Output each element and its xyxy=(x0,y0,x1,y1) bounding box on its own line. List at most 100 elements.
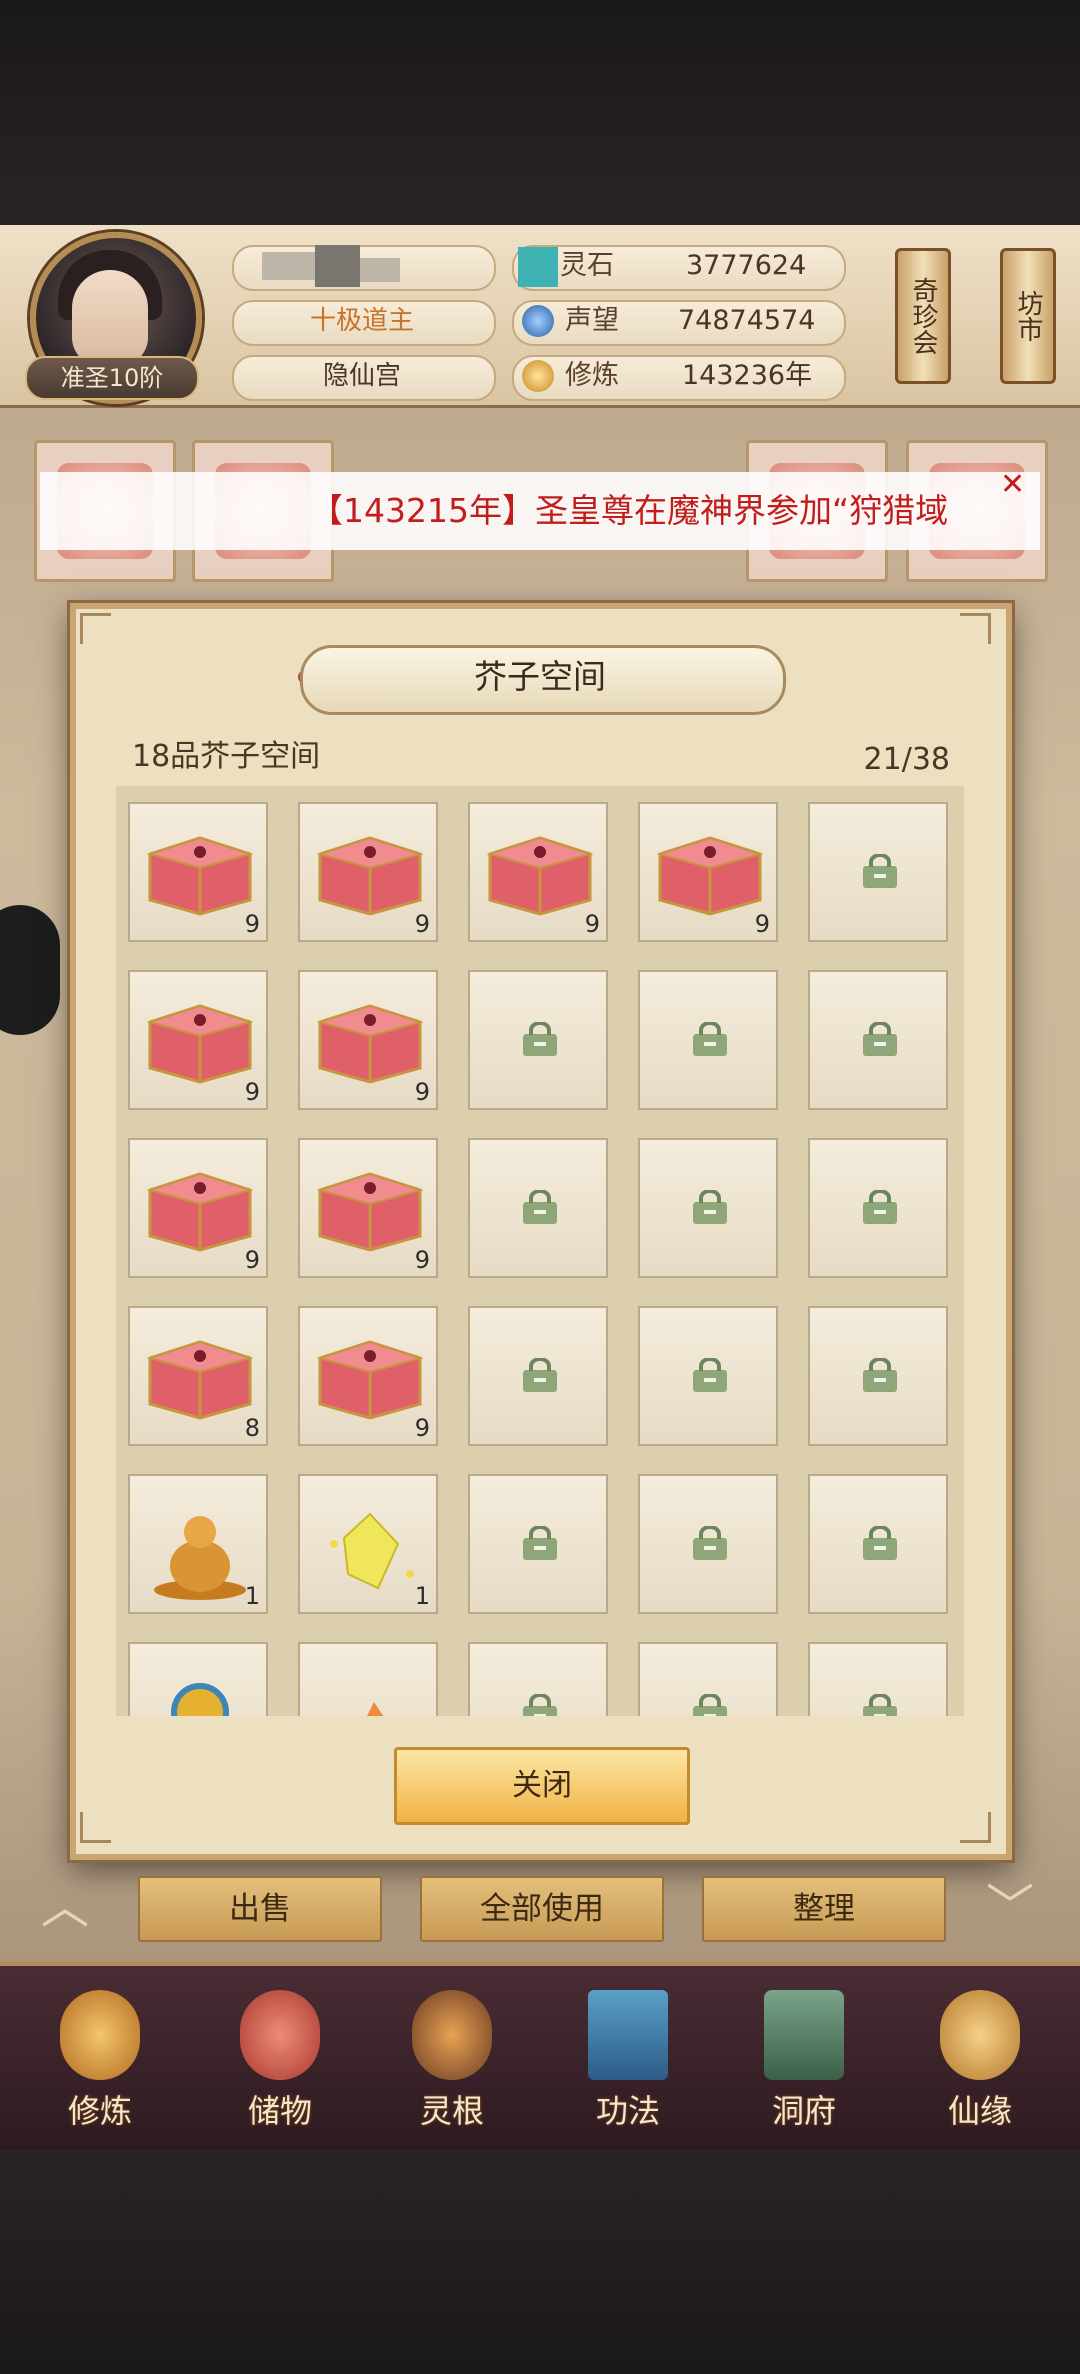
market-button[interactable]: 坊市 xyxy=(1000,248,1056,384)
chest-icon xyxy=(144,1336,256,1420)
inventory-slot[interactable] xyxy=(808,1642,948,1716)
inventory-slot[interactable]: 9 xyxy=(468,802,608,942)
redacted-name xyxy=(315,245,360,287)
inventory-slot[interactable] xyxy=(298,1642,438,1716)
inventory-slot[interactable]: 9 xyxy=(298,802,438,942)
inventory-slot[interactable] xyxy=(638,1306,778,1446)
lock-icon xyxy=(860,1357,900,1394)
nav-cave[interactable]: 洞府 xyxy=(734,1990,874,2140)
nav-technique[interactable]: 功法 xyxy=(558,1990,698,2140)
inventory-slot[interactable] xyxy=(468,1138,608,1278)
inventory-slot[interactable] xyxy=(808,1474,948,1614)
cave-house-icon xyxy=(764,1990,844,2080)
slot-count: 9 xyxy=(414,910,430,938)
chest-icon xyxy=(144,832,256,916)
inventory-slot[interactable]: 9 xyxy=(128,802,268,942)
fate-icon xyxy=(940,1990,1020,2080)
modal-corner xyxy=(960,1812,991,1843)
nav-label: 洞府 xyxy=(771,2092,836,2130)
top-status-area xyxy=(0,0,1080,225)
nav-label: 仙缘 xyxy=(947,2092,1012,2130)
inventory-slot[interactable]: 8 xyxy=(128,1306,268,1446)
slot-count: 1 xyxy=(414,1582,430,1610)
inventory-slot[interactable]: 9 xyxy=(128,1138,268,1278)
lock-icon xyxy=(690,1693,730,1716)
yellow-crystal-icon xyxy=(314,1504,426,1590)
sell-button[interactable]: 出售 xyxy=(138,1876,382,1942)
inventory-slot[interactable]: 9 xyxy=(638,802,778,942)
inventory-slot[interactable] xyxy=(468,970,608,1110)
inventory-slot[interactable]: 9 xyxy=(298,970,438,1110)
space-capacity: 21/38 xyxy=(863,742,950,777)
use-all-button[interactable]: 全部使用 xyxy=(420,1876,664,1942)
inventory-slot[interactable]: 1 xyxy=(128,1474,268,1614)
lock-icon xyxy=(690,1021,730,1058)
avatar-face xyxy=(72,270,148,366)
modal-corner xyxy=(80,613,111,644)
nav-label: 储物 xyxy=(247,2092,312,2130)
slot-count: 9 xyxy=(754,910,770,938)
reputation-icon xyxy=(522,305,554,337)
lock-icon xyxy=(520,1357,560,1394)
close-button[interactable]: 关闭 xyxy=(394,1747,690,1825)
slot-count: 1 xyxy=(244,1582,260,1610)
golden-buddha-icon xyxy=(144,1504,256,1600)
lock-icon xyxy=(860,853,900,890)
stat-label: 灵石 xyxy=(560,250,614,281)
stat-value: 3777624 xyxy=(686,250,807,281)
inventory-slot[interactable] xyxy=(638,1138,778,1278)
inventory-slot[interactable] xyxy=(808,802,948,942)
nav-label: 灵根 xyxy=(419,2092,484,2130)
inventory-slot[interactable] xyxy=(128,1642,268,1716)
inventory-slot[interactable] xyxy=(638,1642,778,1716)
inventory-slot[interactable] xyxy=(638,970,778,1110)
nav-spirit-root[interactable]: 灵根 xyxy=(382,1990,522,2140)
chest-icon xyxy=(314,1336,426,1420)
cultivation-icon xyxy=(522,360,554,392)
slot-count: 9 xyxy=(244,1078,260,1106)
nav-fate[interactable]: 仙缘 xyxy=(910,1990,1050,2140)
slot-count: 8 xyxy=(244,1414,260,1442)
nav-storage[interactable]: 储物 xyxy=(210,1990,350,2140)
chest-icon xyxy=(654,832,766,916)
bottom-system-area xyxy=(0,2150,1080,2374)
organize-button[interactable]: 整理 xyxy=(702,1876,946,1942)
lock-icon xyxy=(520,1525,560,1562)
slot-count: 9 xyxy=(414,1078,430,1106)
banner-close-icon[interactable]: ✕ xyxy=(1000,470,1030,500)
floating-assistant-icon[interactable] xyxy=(0,905,60,1035)
nav-label: 修炼 xyxy=(67,2092,132,2130)
lock-icon xyxy=(690,1357,730,1394)
player-title: 十极道主 xyxy=(309,306,414,336)
treasure-fair-button[interactable]: 奇珍会 xyxy=(895,248,951,384)
inventory-slot[interactable] xyxy=(468,1474,608,1614)
stat-label: 修炼 xyxy=(565,360,619,391)
player-sect: 隐仙宫 xyxy=(322,361,401,391)
lock-icon xyxy=(520,1021,560,1058)
orb-icon xyxy=(144,1672,256,1716)
slot-count: 9 xyxy=(414,1414,430,1442)
modal-title: 芥子空间 xyxy=(474,657,606,696)
spirit-root-icon xyxy=(412,1990,492,2080)
chest-icon xyxy=(314,1168,426,1252)
modal-corner xyxy=(80,1812,111,1843)
inventory-slot[interactable] xyxy=(638,1474,778,1614)
inventory-slot[interactable]: 1 xyxy=(298,1474,438,1614)
inventory-slot[interactable] xyxy=(468,1306,608,1446)
inventory-slot[interactable]: 9 xyxy=(298,1306,438,1446)
inventory-slot[interactable] xyxy=(808,1138,948,1278)
stat-value: 143236年 xyxy=(682,360,813,391)
chest-icon xyxy=(144,1168,256,1252)
space-grade: 18品芥子空间 xyxy=(132,739,321,774)
inventory-slot[interactable] xyxy=(468,1642,608,1716)
inventory-slot[interactable] xyxy=(808,970,948,1110)
prev-page-icon[interactable]: ︿ xyxy=(30,1882,100,1932)
inventory-slot[interactable]: 9 xyxy=(298,1138,438,1278)
stat-label: 声望 xyxy=(565,305,619,336)
inventory-slot[interactable]: 9 xyxy=(128,970,268,1110)
nav-cultivate[interactable]: 修炼 xyxy=(30,1990,170,2140)
inventory-slot[interactable] xyxy=(808,1306,948,1446)
inventory-grid[interactable]: 9 9 9 9 9 9 9 9 8 9 1 1 xyxy=(116,786,964,1716)
announcement-text: 【143215年】圣皇尊在魔神界参加“狩猎域 xyxy=(310,491,949,530)
next-page-icon[interactable]: ﹀ xyxy=(975,1882,1045,1932)
